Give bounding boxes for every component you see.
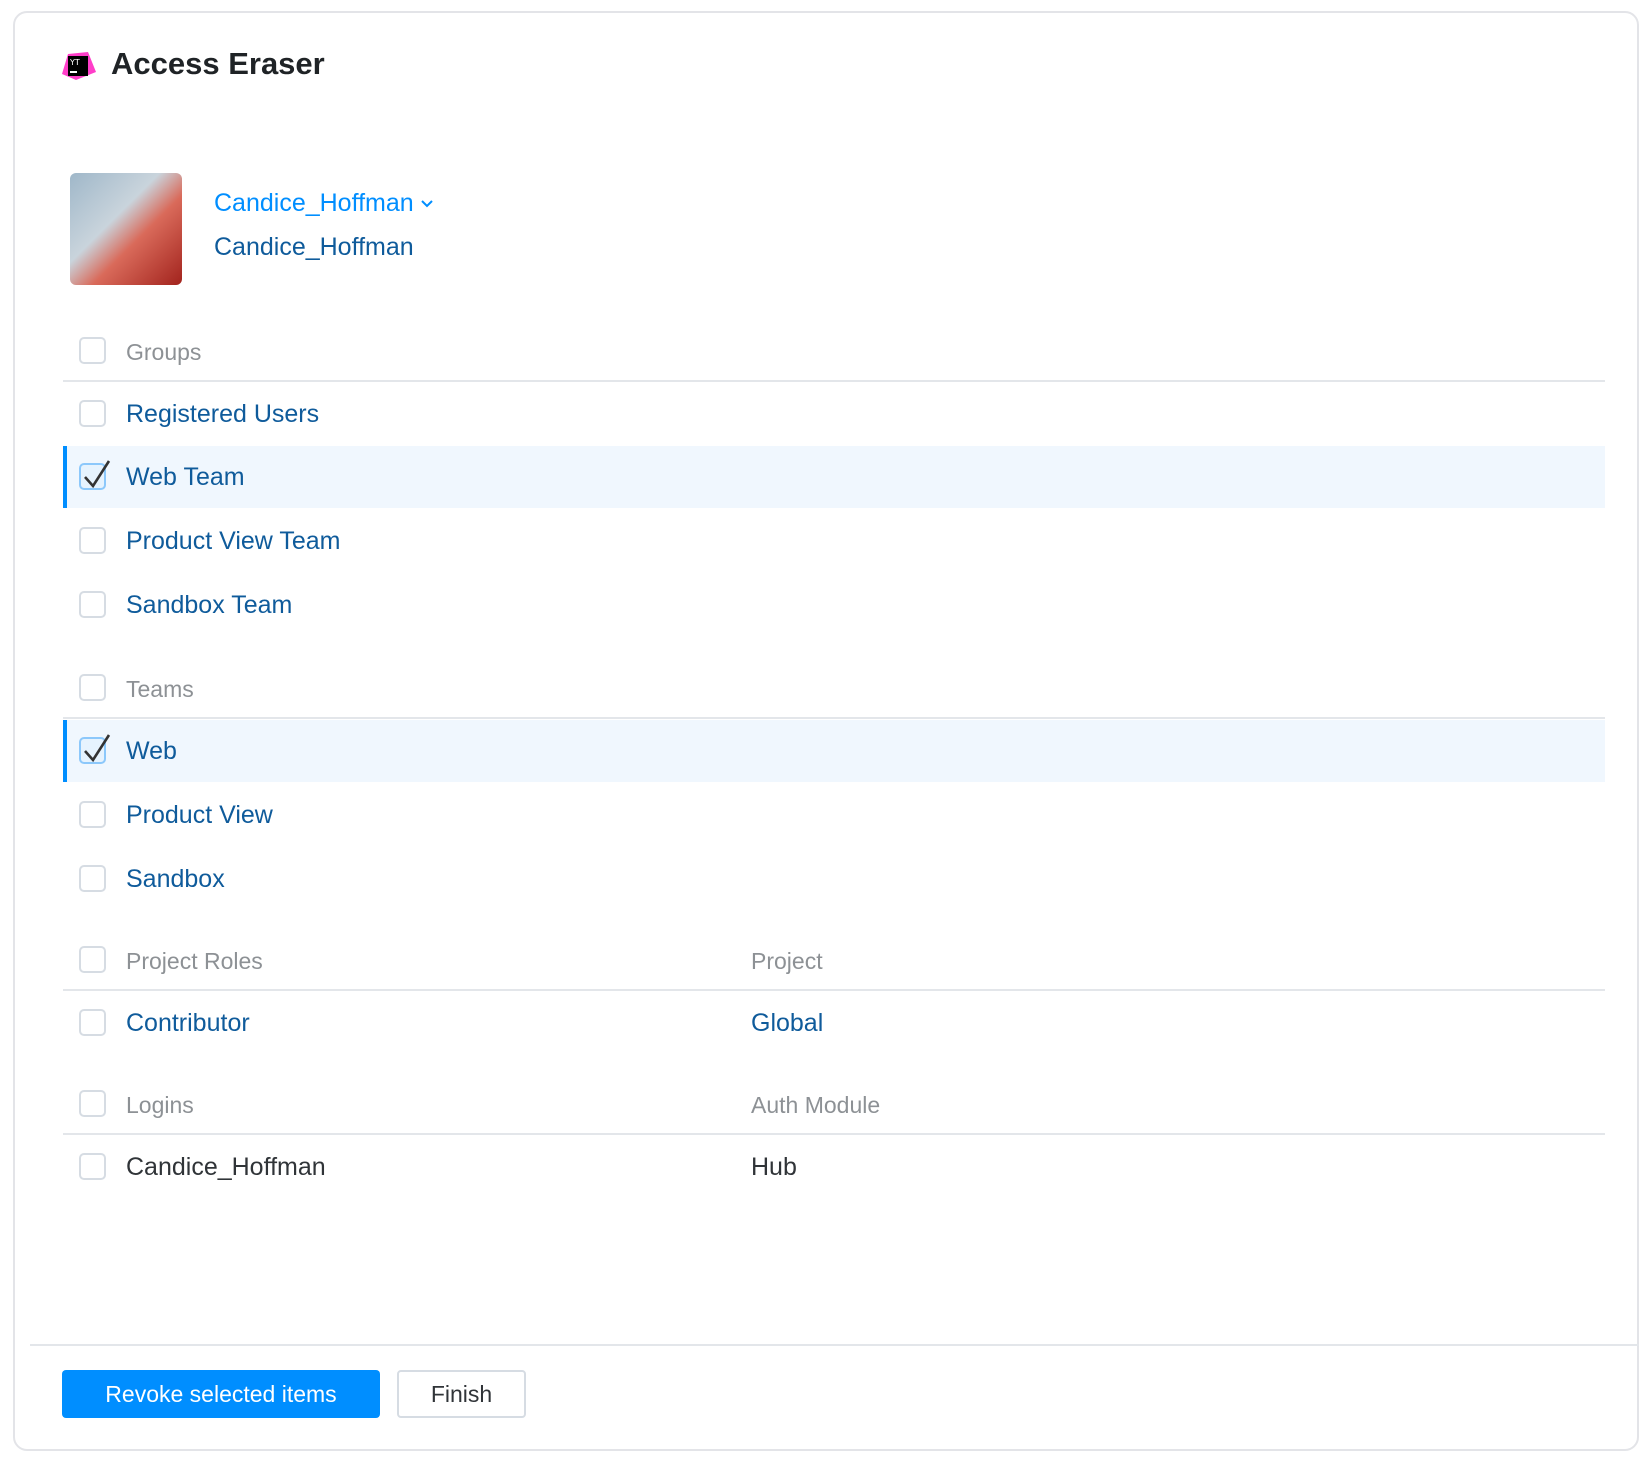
user-selector[interactable]: Candice_Hoffman — [214, 189, 434, 218]
team-row[interactable]: Web — [63, 720, 1605, 782]
row-column-2: Global — [751, 1009, 824, 1037]
row-label: Candice_Hoffman — [126, 1153, 326, 1181]
checkbox[interactable] — [79, 1153, 106, 1180]
project-role-row[interactable]: Contributor Global — [63, 992, 1605, 1054]
checkbox[interactable] — [79, 591, 106, 618]
page-title: Access Eraser — [111, 46, 325, 81]
checkbox[interactable] — [79, 946, 106, 973]
avatar — [70, 173, 182, 285]
checkmark-icon — [84, 460, 111, 489]
group-row[interactable]: Sandbox Team — [63, 574, 1605, 636]
checkmark-icon — [84, 734, 111, 763]
team-row[interactable]: Sandbox — [63, 848, 1605, 910]
login-row[interactable]: Candice_Hoffman Hub — [63, 1136, 1605, 1198]
row-label: Contributor — [126, 1009, 250, 1037]
row-label: Product View — [126, 801, 273, 829]
row-column-2: Auth Module — [751, 1092, 881, 1118]
svg-text:YT: YT — [69, 58, 80, 67]
row-label: Groups — [126, 339, 202, 365]
logins-header[interactable]: Logins Auth Module — [63, 1073, 1605, 1135]
checkbox[interactable] — [79, 1009, 106, 1036]
group-row[interactable]: Product View Team — [63, 510, 1605, 572]
row-label: Registered Users — [126, 400, 320, 428]
row-label: Project Roles — [126, 948, 263, 974]
checkbox[interactable] — [79, 674, 106, 701]
checkbox[interactable] — [79, 460, 111, 490]
checkbox[interactable] — [79, 865, 106, 892]
teams-header[interactable]: Teams — [63, 657, 1605, 719]
row-label: Sandbox Team — [126, 591, 293, 619]
group-row[interactable]: Registered Users — [63, 383, 1605, 445]
revoke-selected-button[interactable]: Revoke selected items — [62, 1370, 380, 1418]
user-login-name: Candice_Hoffman — [214, 233, 414, 261]
checkbox[interactable] — [79, 337, 106, 364]
group-row[interactable]: Web Team — [63, 446, 1605, 508]
row-label: Web — [126, 737, 177, 765]
checkbox[interactable] — [79, 400, 106, 427]
project-roles-header[interactable]: Project Roles Project — [63, 929, 1605, 991]
groups-header[interactable]: Groups — [63, 320, 1605, 382]
team-row[interactable]: Product View — [63, 784, 1605, 846]
finish-button[interactable]: Finish — [397, 1370, 526, 1418]
user-selector-label: Candice_Hoffman — [214, 189, 414, 217]
row-label: Web Team — [126, 463, 245, 491]
checkbox[interactable] — [79, 1090, 106, 1117]
youtrack-logo-icon: YT — [62, 52, 96, 80]
row-column-2: Hub — [751, 1153, 797, 1181]
row-label: Sandbox — [126, 865, 225, 893]
row-label: Product View Team — [126, 527, 341, 555]
row-label: Logins — [126, 1092, 194, 1118]
footer-divider — [30, 1344, 1639, 1346]
checkbox[interactable] — [79, 527, 106, 554]
checkbox[interactable] — [79, 734, 111, 764]
chevron-down-icon — [420, 200, 433, 208]
checkbox[interactable] — [79, 801, 106, 828]
row-label: Teams — [126, 676, 194, 702]
row-column-2: Project — [751, 948, 823, 974]
